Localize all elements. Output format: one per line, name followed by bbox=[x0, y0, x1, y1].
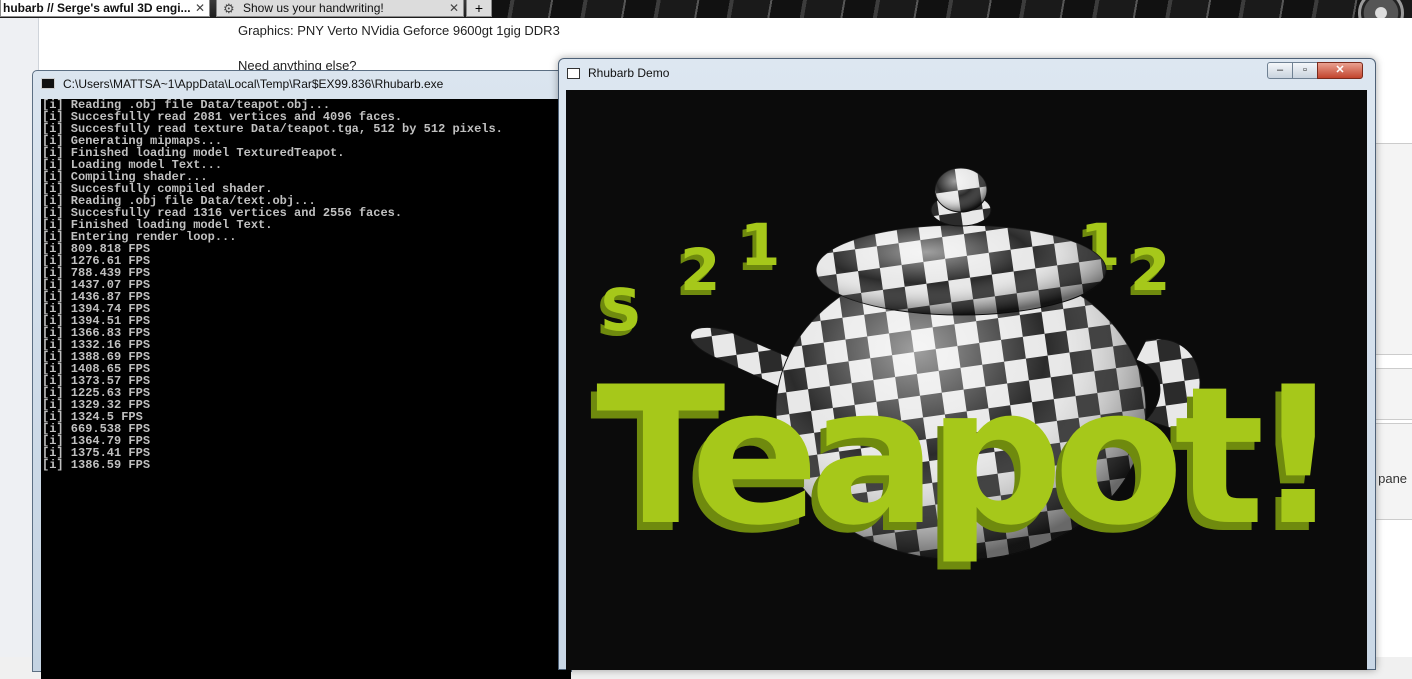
maximize-button[interactable]: ▫ bbox=[1292, 62, 1318, 79]
tab-handwriting[interactable]: ⚙ Show us your handwriting! ✕ bbox=[216, 0, 464, 17]
console-line: [i] 1386.59 FPS bbox=[42, 458, 151, 472]
demo-window[interactable]: Rhubarb Demo – ▫ ✕ 22 11 22 1 1 S S Teap… bbox=[558, 58, 1376, 670]
console-window[interactable]: C:\Users\MATTSA~1\AppData\Local\Temp\Rar… bbox=[32, 70, 572, 679]
scene-text: Teapot! bbox=[596, 346, 1331, 567]
window-icon bbox=[567, 68, 580, 79]
console-lines: [i] Reading .obj file Data/teapot.obj...… bbox=[42, 99, 503, 471]
svg-text:2: 2 bbox=[680, 236, 720, 304]
graphics-spec-line: Graphics: PNY Verto NVidia Geforce 9600g… bbox=[238, 23, 560, 38]
close-icon[interactable]: ✕ bbox=[449, 0, 459, 16]
right-panel bbox=[1372, 143, 1412, 355]
svg-text:S: S bbox=[600, 276, 642, 344]
minimize-button[interactable]: – bbox=[1267, 62, 1293, 79]
console-output: [i] Reading .obj file Data/teapot.obj...… bbox=[41, 99, 571, 679]
new-tab-button[interactable]: + bbox=[466, 0, 492, 17]
tab-title: hubarb // Serge's awful 3D engi... bbox=[3, 1, 191, 15]
browser-tab-strip: hubarb // Serge's awful 3D engi... ✕ ⚙ S… bbox=[0, 0, 1412, 18]
demo-title: Rhubarb Demo bbox=[588, 66, 670, 80]
wheel-graphic bbox=[1358, 0, 1404, 18]
front-text: Teapot! Teapot! bbox=[590, 346, 1341, 575]
right-panel bbox=[1372, 368, 1412, 420]
tab-rhubarb[interactable]: hubarb // Serge's awful 3D engi... ✕ bbox=[0, 0, 210, 17]
header-banner-image bbox=[480, 0, 1412, 18]
gear-icon: ⚙ bbox=[223, 1, 235, 16]
console-title: C:\Users\MATTSA~1\AppData\Local\Temp\Rar… bbox=[63, 77, 444, 91]
close-button[interactable]: ✕ bbox=[1317, 62, 1363, 79]
console-titlebar[interactable]: C:\Users\MATTSA~1\AppData\Local\Temp\Rar… bbox=[33, 71, 571, 97]
render-viewport[interactable]: 22 11 22 11 SS Teapot! Teapot! bbox=[566, 90, 1367, 670]
svg-text:2: 2 bbox=[1130, 236, 1170, 304]
svg-text:1: 1 bbox=[740, 211, 780, 279]
close-icon[interactable]: ✕ bbox=[195, 0, 205, 16]
tab-title: Show us your handwriting! bbox=[243, 1, 384, 15]
teapot-scene: 22 11 22 11 SS Teapot! Teapot! bbox=[590, 167, 1341, 575]
console-icon bbox=[41, 78, 55, 89]
